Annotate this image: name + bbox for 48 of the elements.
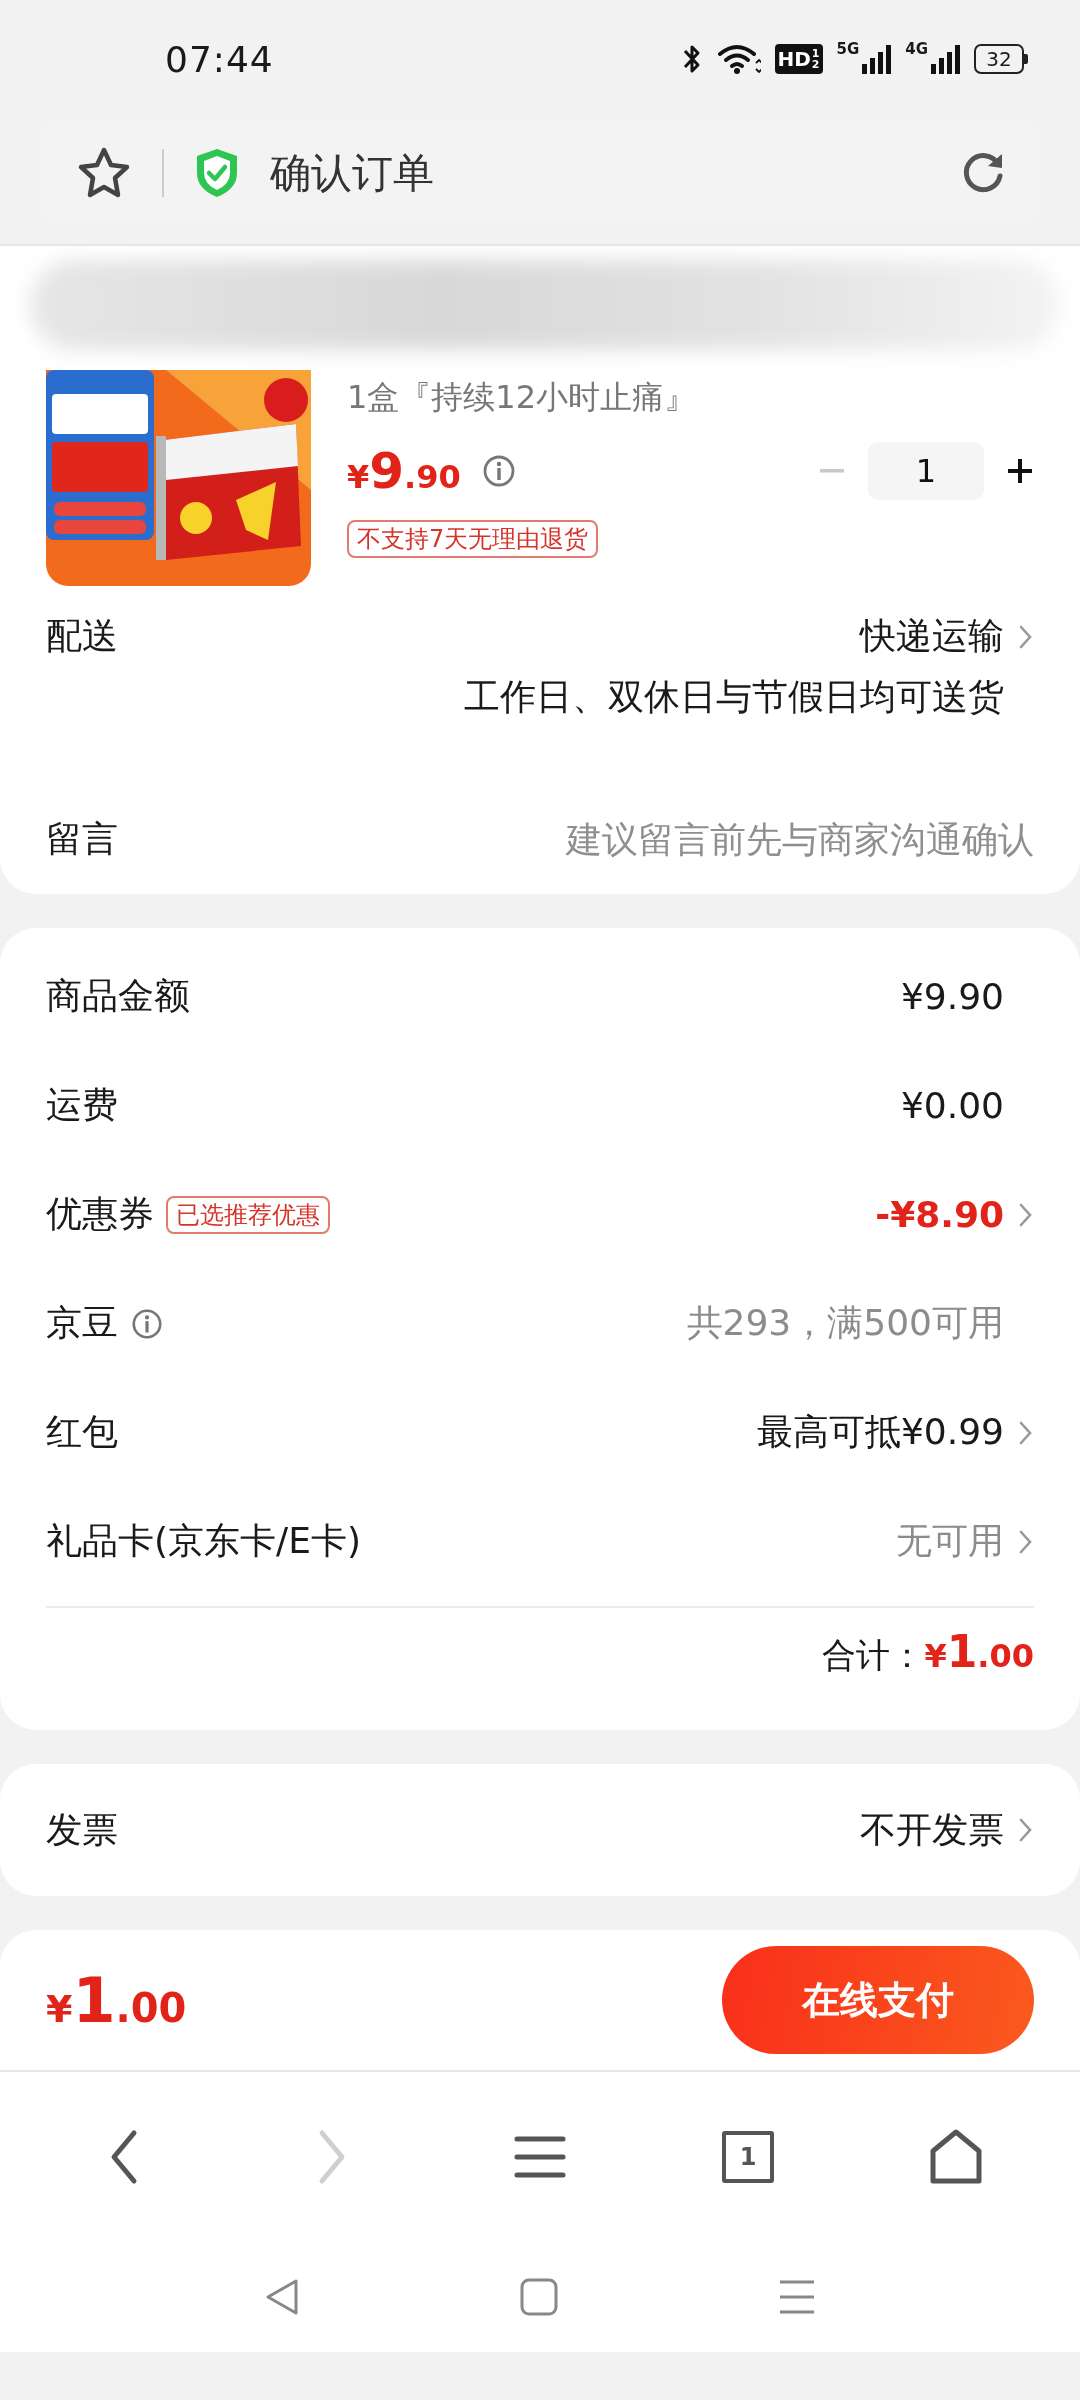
coupon-badge: 已选推荐优惠: [166, 1195, 330, 1234]
back-icon[interactable]: [264, 2277, 300, 2317]
signal-icon: [861, 44, 892, 74]
hd-label: HD: [777, 47, 811, 71]
return-policy-tag: 不支持7天无理由退货: [347, 520, 599, 558]
invoice-option[interactable]: 不开发票: [860, 1805, 1004, 1855]
star-icon[interactable]: [76, 146, 132, 200]
network-label: 4G: [905, 40, 928, 58]
signal-icon: [930, 44, 960, 74]
wifi-icon: [716, 43, 761, 75]
clock: 07:44: [165, 38, 275, 80]
home-icon[interactable]: [929, 2129, 983, 2185]
delivery-method[interactable]: 快递运输: [860, 612, 1004, 661]
fee-label: 礼品卡(京东卡/E卡): [46, 1519, 361, 1563]
fee-label: 红包: [46, 1410, 118, 1454]
hd-fraction: 1 2: [811, 48, 820, 70]
shield-icon: [194, 147, 240, 199]
product-title: 1盒『持续12小时止痛』: [347, 377, 698, 418]
pay-amount: ¥1.00: [46, 1963, 188, 2037]
battery-level: 32: [974, 44, 1024, 74]
fee-label: 京豆: [46, 1301, 118, 1345]
chevron-icon: [1018, 1816, 1034, 1844]
quantity-field[interactable]: 1: [868, 442, 984, 500]
tab-count[interactable]: 1: [722, 2131, 774, 2183]
product-price: ¥9.90: [347, 442, 461, 500]
plus-icon[interactable]: [1006, 457, 1034, 485]
fee-value[interactable]: -¥8.90: [875, 1194, 1004, 1235]
fee-label: 优惠券: [46, 1192, 154, 1236]
fee-value: ¥9.90: [900, 976, 1005, 1017]
fee-value: ¥0.00: [900, 1085, 1005, 1126]
home-icon[interactable]: [520, 2278, 558, 2316]
total-label: 合计：: [822, 1634, 925, 1677]
network-label: 5G: [836, 40, 860, 58]
fee-value: 共293，满500可用: [686, 1301, 1005, 1345]
fee-value[interactable]: 最高可抵¥0.99: [756, 1408, 1004, 1457]
menu-icon[interactable]: [778, 2278, 816, 2316]
delivery-label: 配送: [46, 614, 119, 658]
fee-label: 运费: [46, 1083, 118, 1127]
menu-icon[interactable]: [514, 2135, 566, 2179]
fee-label: 商品金额: [46, 974, 190, 1018]
pay-button[interactable]: 在线支付: [722, 1946, 1034, 2054]
total-amount: ¥1.00: [924, 1626, 1034, 1677]
delivery-note: 工作日、双休日与节假日均可送货: [463, 675, 1005, 719]
page-title: 确认订单: [270, 147, 435, 199]
info-icon[interactable]: [130, 1306, 164, 1341]
message-field[interactable]: 建议留言前先与商家沟通确认: [118, 818, 1034, 860]
message-label: 留言: [46, 816, 118, 861]
invoice-label: 发票: [46, 1807, 119, 1852]
